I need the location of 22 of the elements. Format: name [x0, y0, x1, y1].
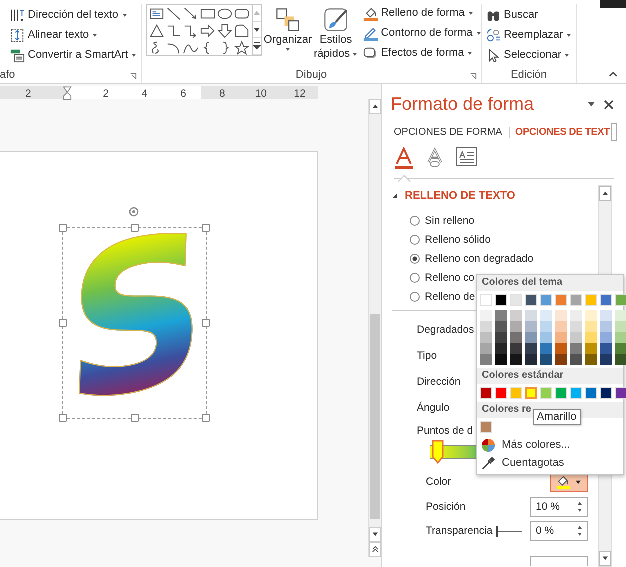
field-label: Ángulo [417, 402, 450, 414]
group-label: Edición [510, 69, 548, 81]
ruler-number: 2 [25, 88, 32, 100]
tooltip: Amarillo [533, 409, 581, 425]
ruler-number: 4 [142, 88, 148, 100]
menu-heading: Colores del tema [477, 275, 623, 291]
field-label: Transparencia [426, 525, 494, 537]
pane-title: Formato de forma [391, 94, 536, 115]
group-label: Dibujo [296, 69, 328, 81]
ruler-number: 12 [294, 88, 306, 100]
group-label: afo [0, 69, 16, 81]
field-label: Color [426, 476, 452, 488]
field-label: Dirección [417, 376, 461, 388]
field-label: Puntos de d [417, 425, 474, 437]
ruler-number: 2 [103, 88, 109, 100]
ruler-number: 6 [180, 88, 186, 100]
ruler-number: 10 [255, 88, 268, 100]
menu-heading: Colores estándar [477, 368, 623, 384]
field-label: Tipo [417, 350, 438, 362]
field-label: Degradados [417, 324, 474, 336]
field-label: Posición [426, 501, 467, 513]
ruler-number: 8 [219, 88, 226, 100]
